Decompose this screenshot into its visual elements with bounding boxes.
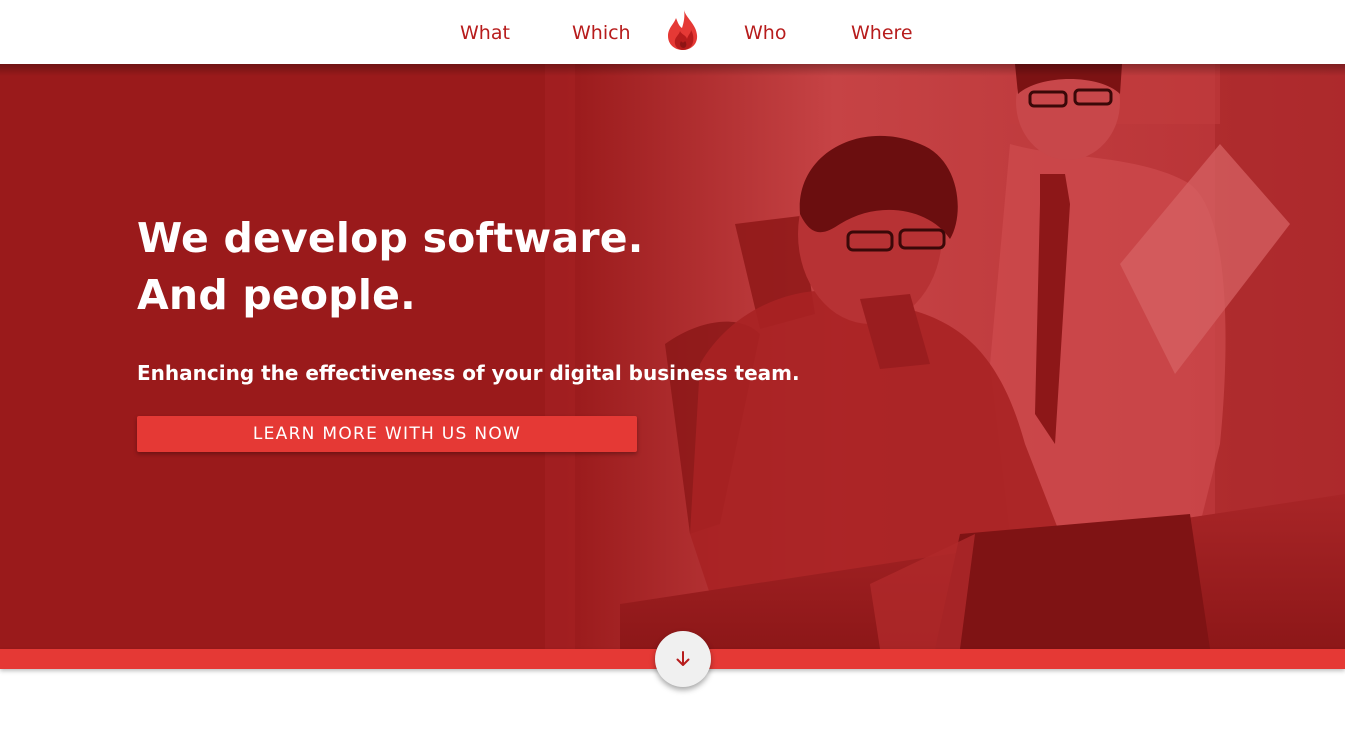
nav-link-where[interactable]: Where <box>851 20 913 46</box>
hero-title-line-2: And people. <box>137 271 416 319</box>
nav-link-who[interactable]: Who <box>744 20 786 46</box>
hero-subtitle: Enhancing the effectiveness of your digi… <box>137 361 800 385</box>
flame-icon[interactable] <box>664 8 702 52</box>
navbar-shadow <box>0 64 1345 76</box>
learn-more-button[interactable]: LEARN MORE WITH US NOW <box>137 416 637 452</box>
nav-link-which[interactable]: Which <box>572 20 631 46</box>
arrow-down-icon <box>676 651 690 666</box>
hero-title-line-1: We develop software. <box>137 214 644 262</box>
hero-title: We develop software. And people. <box>137 210 644 324</box>
hero-section: We develop software. And people. Enhanci… <box>0 64 1345 649</box>
two-men-at-laptop-photo <box>0 64 1345 649</box>
scroll-down-button[interactable] <box>655 631 711 687</box>
nav-link-what[interactable]: What <box>460 20 510 46</box>
top-navbar: What Which Who Where <box>0 0 1345 64</box>
